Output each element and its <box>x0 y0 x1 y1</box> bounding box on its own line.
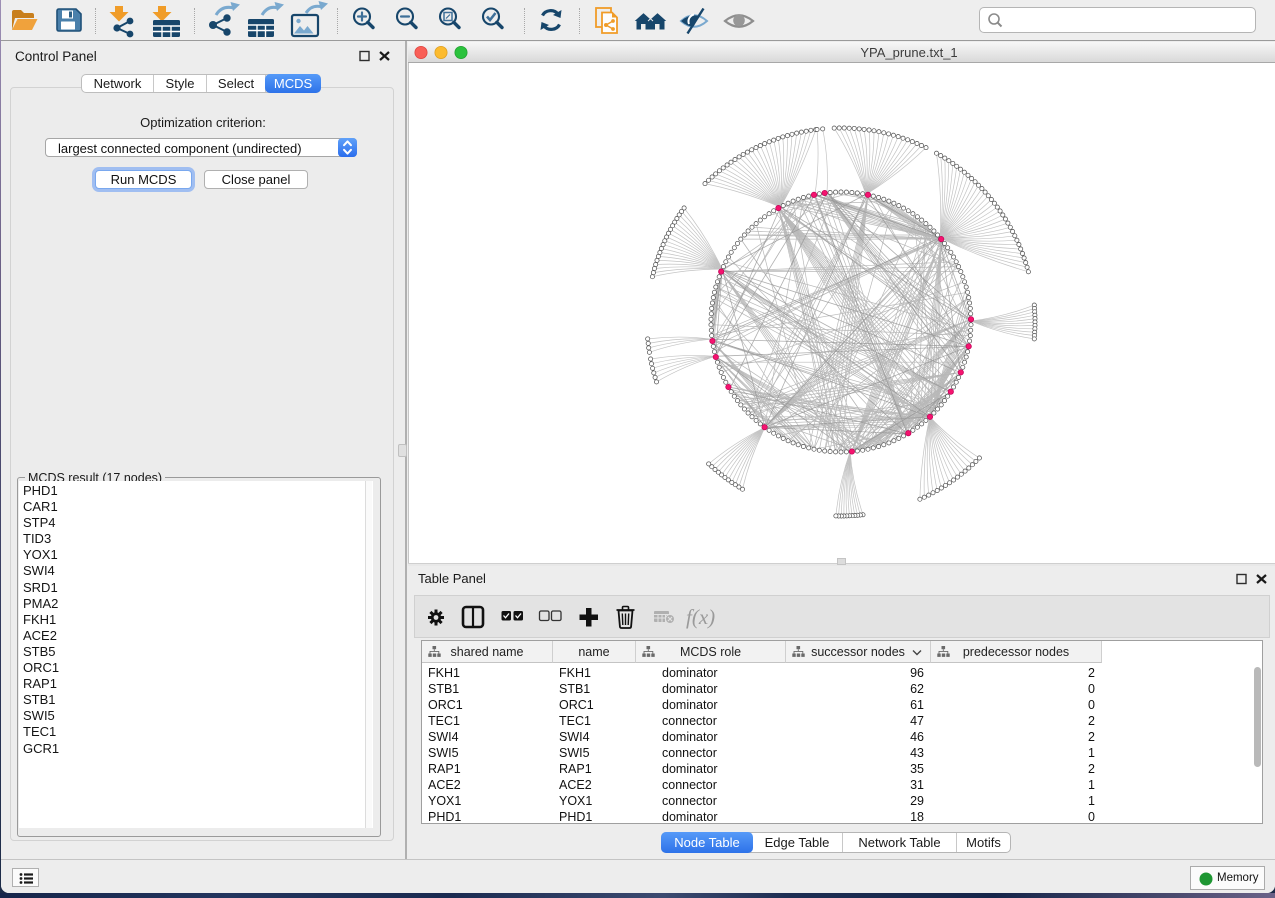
svg-text:f(x): f(x) <box>686 605 715 629</box>
